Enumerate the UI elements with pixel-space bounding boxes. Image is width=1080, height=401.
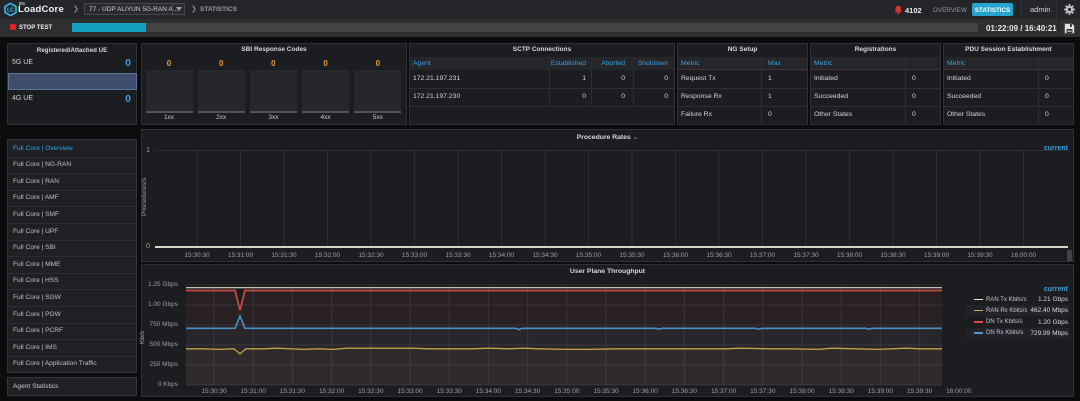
svg-text:LC: LC [7, 8, 14, 14]
